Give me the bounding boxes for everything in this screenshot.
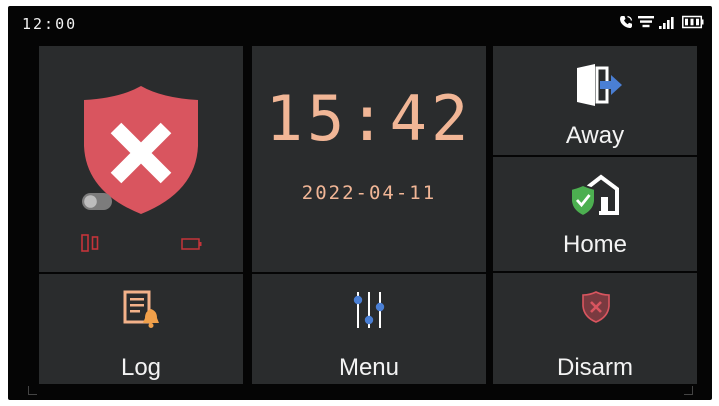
home-label: Home — [562, 231, 628, 258]
status-bar: 12:00 — [8, 6, 712, 36]
home-icon — [570, 174, 619, 217]
disarm-label: Disarm — [557, 354, 633, 381]
control-panel: 12:00 15:42 2022-04-11 Away Home Disarm … — [8, 6, 712, 400]
log-label: Log — [120, 354, 162, 381]
phone-icon — [620, 15, 633, 28]
status-icons — [619, 15, 704, 29]
door-sensor-icon — [81, 234, 99, 252]
menu-button[interactable]: Menu — [252, 274, 486, 384]
home-button[interactable]: Home — [493, 157, 697, 271]
toggle-icon[interactable] — [82, 193, 112, 210]
wifi-icon — [638, 16, 654, 28]
settings-sliders-icon — [353, 292, 385, 328]
battery-icon — [682, 15, 704, 29]
status-time: 12:00 — [22, 15, 78, 33]
signal-icon — [659, 17, 674, 29]
clock-tile: 15:42 2022-04-11 — [252, 46, 486, 272]
away-icon — [577, 64, 622, 106]
log-button[interactable]: Log — [39, 274, 243, 384]
battery-low-icon — [181, 238, 202, 250]
menu-label: Menu — [338, 354, 400, 381]
corner-mark-right — [684, 386, 693, 395]
screen: 12:00 15:42 2022-04-11 Away Home Disarm … — [0, 0, 719, 406]
disarm-button[interactable]: Disarm — [493, 273, 697, 384]
system-status-tile — [39, 46, 243, 272]
corner-mark-left — [28, 386, 37, 395]
clock-date: 2022-04-11 — [301, 182, 437, 204]
log-icon — [123, 290, 159, 328]
clock-time: 15:42 — [265, 82, 473, 155]
disarm-icon — [582, 291, 610, 323]
away-label: Away — [565, 122, 625, 149]
